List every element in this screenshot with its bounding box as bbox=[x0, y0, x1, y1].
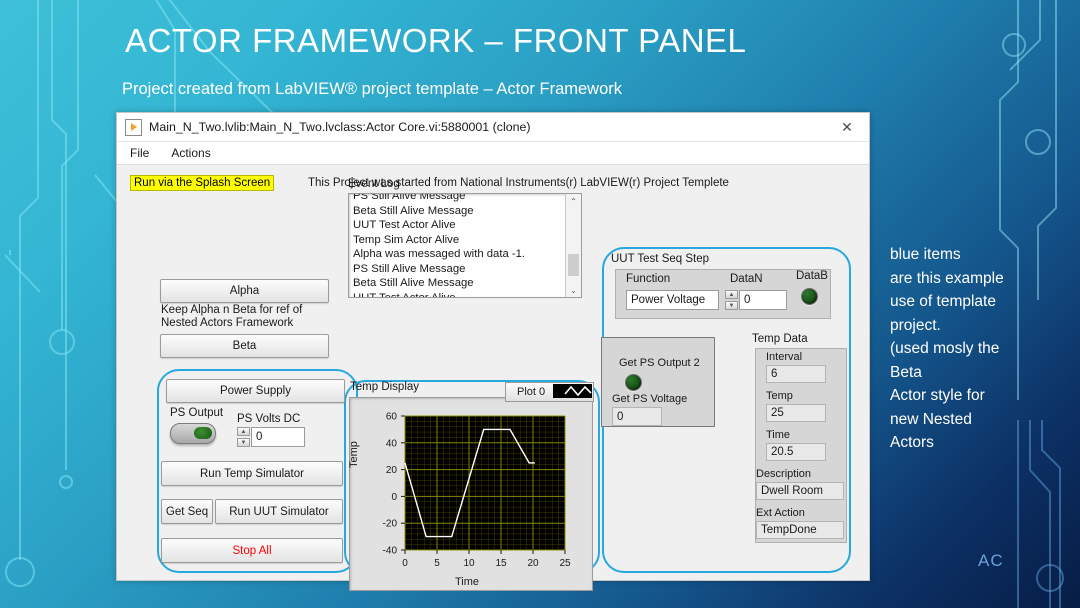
annotation-line: project. bbox=[890, 316, 941, 334]
annotation-line: new Nested bbox=[890, 410, 972, 428]
svg-text:0: 0 bbox=[391, 492, 397, 503]
svg-text:40: 40 bbox=[386, 438, 398, 449]
event-log-title: Event Log bbox=[348, 178, 400, 190]
svg-text:10: 10 bbox=[463, 558, 475, 569]
datan-label: DataN bbox=[730, 273, 763, 285]
svg-text:-40: -40 bbox=[383, 546, 398, 557]
event-log-entry[interactable]: UUT Test Actor Alive bbox=[349, 218, 565, 233]
temp-data-value-temp: 25 bbox=[766, 404, 826, 422]
event-log-entry[interactable]: Temp Sim Actor Alive bbox=[349, 233, 565, 248]
event-log-listbox[interactable]: PS Still Alive Message Beta Still Alive M… bbox=[348, 193, 582, 298]
labview-run-arrow-icon bbox=[125, 118, 142, 136]
ps-volts-label: PS Volts DC bbox=[237, 413, 301, 425]
event-log-entry[interactable]: Alpha was messaged with data -1. bbox=[349, 247, 565, 262]
annotation-line: Actor style for bbox=[890, 387, 985, 404]
svg-text:25: 25 bbox=[559, 558, 571, 569]
alpha-button[interactable]: Alpha bbox=[160, 279, 329, 303]
event-log-scrollbar[interactable]: ⌃ ⌄ bbox=[565, 194, 581, 297]
svg-text:20: 20 bbox=[527, 558, 539, 569]
temp-data-label-description: Description bbox=[756, 468, 812, 480]
author-signature: AC bbox=[978, 551, 1004, 570]
page-title: ACTOR FRAMEWORK – FRONT PANEL bbox=[125, 22, 747, 59]
ps-output-toggle[interactable] bbox=[170, 423, 216, 444]
close-icon[interactable]: ✕ bbox=[825, 113, 869, 141]
graph-plot-area: 0 5 10 15 20 25 -40 -20 0 20 40 60 bbox=[383, 412, 571, 570]
svg-text:-20: -20 bbox=[383, 519, 398, 530]
event-log-entry[interactable]: PS Still Alive Message bbox=[349, 262, 565, 277]
datab-label: DataB bbox=[796, 270, 828, 282]
event-log-entry[interactable]: UUT Test Actor Alive bbox=[349, 291, 565, 298]
temp-data-label-interval: Interval bbox=[766, 351, 803, 363]
uut-group-title: UUT Test Seq Step bbox=[611, 253, 710, 265]
event-log-entry[interactable]: PS Still Alive Message bbox=[349, 194, 565, 204]
datan-input[interactable]: 0 bbox=[739, 290, 787, 310]
function-input[interactable]: Power Voltage bbox=[626, 290, 719, 310]
get-ps-voltage-value: 0 bbox=[612, 407, 662, 426]
scroll-down-icon[interactable]: ⌄ bbox=[566, 283, 581, 297]
run-uut-simulator-button[interactable]: Run UUT Simulator bbox=[215, 499, 343, 524]
event-log-entries: PS Still Alive Message Beta Still Alive M… bbox=[349, 194, 565, 298]
event-log-entry[interactable]: Beta Still Alive Message bbox=[349, 276, 565, 291]
temp-data-label-temp: Temp bbox=[766, 390, 793, 402]
alpha-beta-note-line2: Nested Actors Framework bbox=[161, 317, 294, 329]
get-seq-button[interactable]: Get Seq bbox=[161, 499, 213, 524]
scroll-up-icon[interactable]: ⌃ bbox=[566, 194, 581, 208]
temp-display-graph[interactable]: Temp Display Plot 0 Temp Time 0 5 10 15 20 25… bbox=[348, 381, 594, 591]
window-titlebar: Main_N_Two.lvlib:Main_N_Two.lvclass:Acto… bbox=[117, 113, 869, 142]
front-panel: Run via the Splash Screen This Project w… bbox=[117, 165, 869, 591]
datan-stepper[interactable]: ▲ ▼ bbox=[725, 290, 738, 310]
menu-item-actions[interactable]: Actions bbox=[168, 145, 213, 161]
annotation-line: are this example bbox=[890, 269, 1004, 287]
plot-legend-swatch-icon bbox=[553, 384, 592, 398]
stepper-down-icon[interactable]: ▼ bbox=[725, 301, 738, 310]
event-log-entry[interactable]: Beta Still Alive Message bbox=[349, 204, 565, 219]
ps-output-label: PS Output bbox=[170, 407, 224, 419]
temp-data-value-interval: 6 bbox=[766, 365, 826, 383]
temp-data-value-ext-action: TempDone bbox=[756, 521, 844, 539]
annotation-line: use of template bbox=[890, 293, 996, 310]
stepper-up-icon[interactable]: ▲ bbox=[237, 427, 250, 436]
menubar: File Actions bbox=[117, 142, 869, 165]
annotation-line: Beta bbox=[890, 363, 922, 381]
ps-volts-input[interactable]: 0 bbox=[251, 427, 305, 447]
stepper-up-icon[interactable]: ▲ bbox=[725, 290, 738, 299]
svg-text:60: 60 bbox=[386, 412, 398, 423]
svg-text:20: 20 bbox=[386, 465, 398, 476]
svg-text:0: 0 bbox=[402, 558, 408, 569]
stop-all-button[interactable]: Stop All bbox=[161, 538, 343, 563]
get-ps-voltage-label: Get PS Voltage bbox=[612, 393, 688, 405]
datab-led-indicator bbox=[801, 288, 818, 305]
annotation-line: (used mosly the bbox=[890, 340, 1000, 357]
beta-button[interactable]: Beta bbox=[160, 334, 329, 358]
graph-title: Temp Display bbox=[350, 381, 420, 393]
svg-text:5: 5 bbox=[434, 558, 440, 569]
annotation-line: Actors bbox=[890, 434, 934, 451]
labview-window: Main_N_Two.lvlib:Main_N_Two.lvclass:Acto… bbox=[116, 112, 870, 591]
temp-data-value-description: Dwell Room bbox=[756, 482, 844, 500]
scrollbar-thumb[interactable] bbox=[568, 254, 579, 276]
window-title: Main_N_Two.lvlib:Main_N_Two.lvclass:Acto… bbox=[149, 120, 531, 134]
menu-item-file[interactable]: File bbox=[127, 145, 152, 161]
function-label: Function bbox=[626, 273, 671, 285]
temp-data-label-ext-action: Ext Action bbox=[756, 507, 805, 519]
page-subtitle: Project created from LabVIEW® project te… bbox=[122, 80, 623, 98]
ps-volts-stepper[interactable]: ▲ ▼ bbox=[237, 427, 250, 447]
temp-data-value-time: 20.5 bbox=[766, 443, 826, 461]
annotation-line: blue items bbox=[890, 246, 961, 263]
svg-text:15: 15 bbox=[495, 558, 507, 569]
run-temp-simulator-button[interactable]: Run Temp Simulator bbox=[161, 461, 343, 486]
temp-data-label-time: Time bbox=[766, 429, 791, 441]
temp-data-title: Temp Data bbox=[752, 333, 808, 345]
get-ps-output-label: Get PS Output 2 bbox=[619, 357, 700, 369]
run-via-splash-screen-button[interactable]: Run via the Splash Screen bbox=[130, 175, 275, 191]
annotation-text: blue items are this example use of templat… bbox=[890, 243, 1070, 455]
get-ps-output-led-indicator bbox=[625, 374, 642, 391]
stepper-down-icon[interactable]: ▼ bbox=[237, 438, 250, 447]
plot-legend-label: Plot 0 bbox=[517, 386, 546, 398]
alpha-beta-note-line1: Keep Alpha n Beta for ref of bbox=[161, 304, 303, 316]
power-supply-button[interactable]: Power Supply bbox=[166, 379, 345, 403]
